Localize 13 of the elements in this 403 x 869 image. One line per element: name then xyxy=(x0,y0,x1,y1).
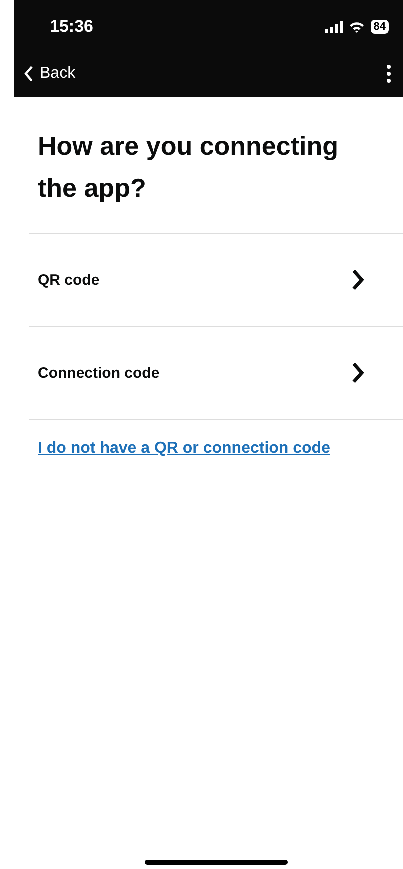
status-time: 15:36 xyxy=(50,17,94,37)
option-row[interactable]: Connection code xyxy=(29,327,403,420)
signal-icon xyxy=(324,21,343,33)
option-row[interactable]: QR code xyxy=(29,234,403,327)
chevron-left-icon xyxy=(24,66,34,82)
back-button[interactable]: Back xyxy=(24,64,76,82)
chevron-right-icon xyxy=(351,269,365,291)
no-code-link[interactable]: I do not have a QR or connection code xyxy=(38,440,330,458)
battery-level: 84 xyxy=(370,20,389,34)
page-title: How are you connecting the app? xyxy=(38,130,340,205)
more-options-icon[interactable] xyxy=(387,64,391,82)
chevron-right-icon xyxy=(351,362,365,384)
wifi-icon xyxy=(348,21,365,33)
